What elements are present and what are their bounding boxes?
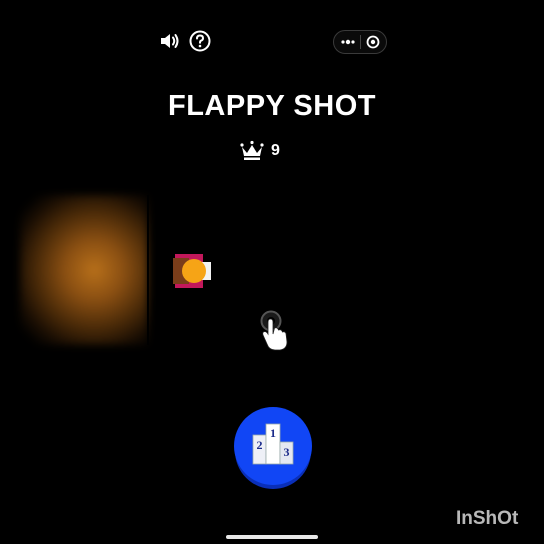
help-button[interactable] [188,29,212,53]
ball [182,259,206,283]
mini-program-capsule [333,30,387,54]
background-glow [20,195,148,345]
podium-third-label: 3 [284,445,290,459]
podium-first-label: 1 [270,426,276,440]
close-button[interactable] [361,31,385,53]
podium-second-label: 2 [257,438,263,452]
target-close-icon [366,35,380,49]
more-dots-icon [341,39,355,45]
game-title: FLAPPY SHOT [168,90,376,122]
player-cannon [172,253,214,289]
tap-hand-icon [258,308,296,354]
best-score-value: 9 [271,142,280,159]
glow-edge [147,195,149,345]
speaker-icon [161,34,179,48]
home-indicator[interactable] [226,535,318,539]
crown-icon [240,140,264,160]
leaderboard-button[interactable]: 2 1 3 [232,406,314,490]
question-circle-icon [189,30,211,52]
watermark: InShOt [456,508,519,529]
sound-button[interactable] [158,29,182,53]
more-button[interactable] [336,31,360,53]
